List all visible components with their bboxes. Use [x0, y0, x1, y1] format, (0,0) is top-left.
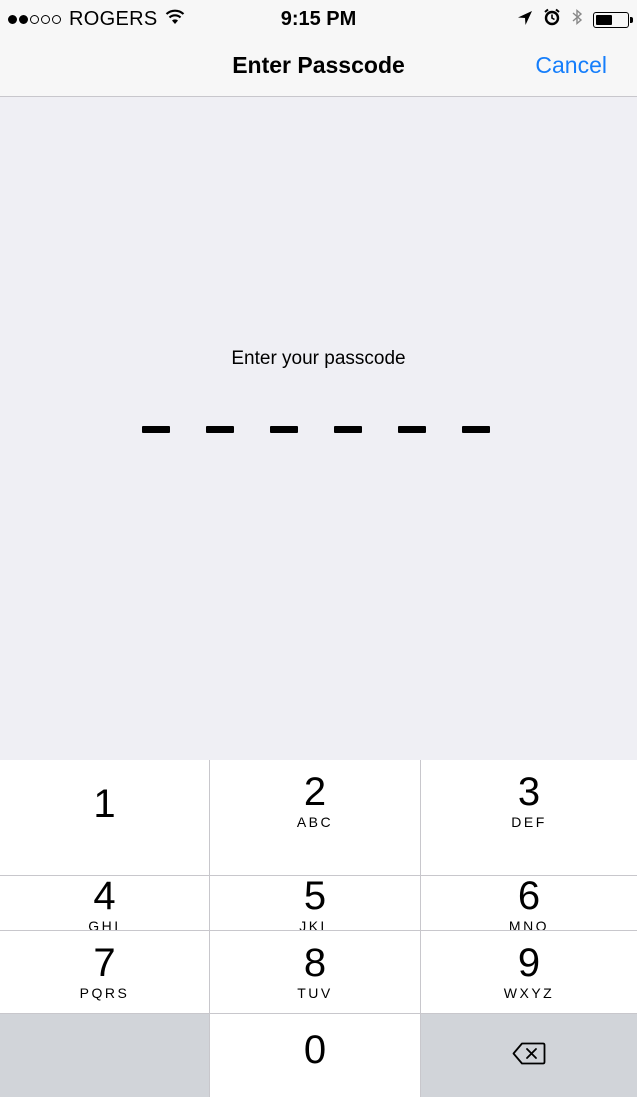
passcode-dash: [398, 426, 426, 433]
key-2[interactable]: 2 ABC: [210, 760, 421, 875]
key-1[interactable]: 1: [0, 760, 210, 875]
key-number: 4: [93, 874, 116, 918]
key-9[interactable]: 9 WXYZ: [421, 930, 637, 1013]
key-4[interactable]: 4 GHI: [0, 874, 210, 934]
delete-button[interactable]: [421, 1013, 637, 1097]
empty-key: [0, 1013, 210, 1097]
cancel-button[interactable]: Cancel: [535, 52, 607, 79]
passcode-dash: [270, 426, 298, 433]
key-6[interactable]: 6 MNO: [421, 874, 637, 934]
key-number: 9: [517, 941, 541, 985]
key-number: 8: [303, 941, 327, 985]
key-number: 1: [93, 782, 116, 826]
battery-icon: [593, 12, 633, 28]
key-number: 0: [303, 1028, 327, 1072]
key-5[interactable]: 5 JKL: [210, 874, 421, 934]
passcode-indicator: [142, 420, 492, 440]
status-bar: ROGERS 9:15 PM: [0, 0, 637, 40]
key-0[interactable]: 0: [210, 1013, 421, 1097]
key-letters: ABC: [296, 814, 334, 830]
nav-bar: Enter Passcode Cancel: [0, 40, 637, 97]
key-number: 3: [517, 770, 541, 814]
location-arrow-icon: [517, 9, 533, 32]
status-right: [517, 8, 633, 32]
key-number: 6: [517, 874, 541, 918]
key-letters: DEF: [511, 814, 547, 830]
passcode-dash: [462, 426, 490, 433]
passcode-dash: [142, 426, 170, 433]
key-number: 5: [303, 874, 327, 918]
battery-fill: [596, 15, 612, 25]
key-letters: TUV: [297, 985, 333, 1001]
key-number: 2: [303, 770, 327, 814]
alarm-icon: [543, 8, 561, 32]
key-8[interactable]: 8 TUV: [210, 930, 421, 1013]
passcode-prompt: Enter your passcode: [231, 348, 406, 369]
key-3[interactable]: 3 DEF: [421, 760, 637, 875]
key-7[interactable]: 7 PQRS: [0, 930, 210, 1013]
passcode-dash: [334, 426, 362, 433]
numeric-keypad: 1 2 ABC 3 DEF 4 GHI 5 JKL 6 MNO 7 PQRS 8…: [0, 760, 637, 1097]
key-letters: PQRS: [79, 985, 130, 1001]
key-number: 7: [93, 941, 116, 985]
bluetooth-icon: [571, 8, 583, 32]
key-letters: WXYZ: [503, 985, 555, 1001]
passcode-dash: [206, 426, 234, 433]
backspace-icon: [512, 1041, 546, 1070]
